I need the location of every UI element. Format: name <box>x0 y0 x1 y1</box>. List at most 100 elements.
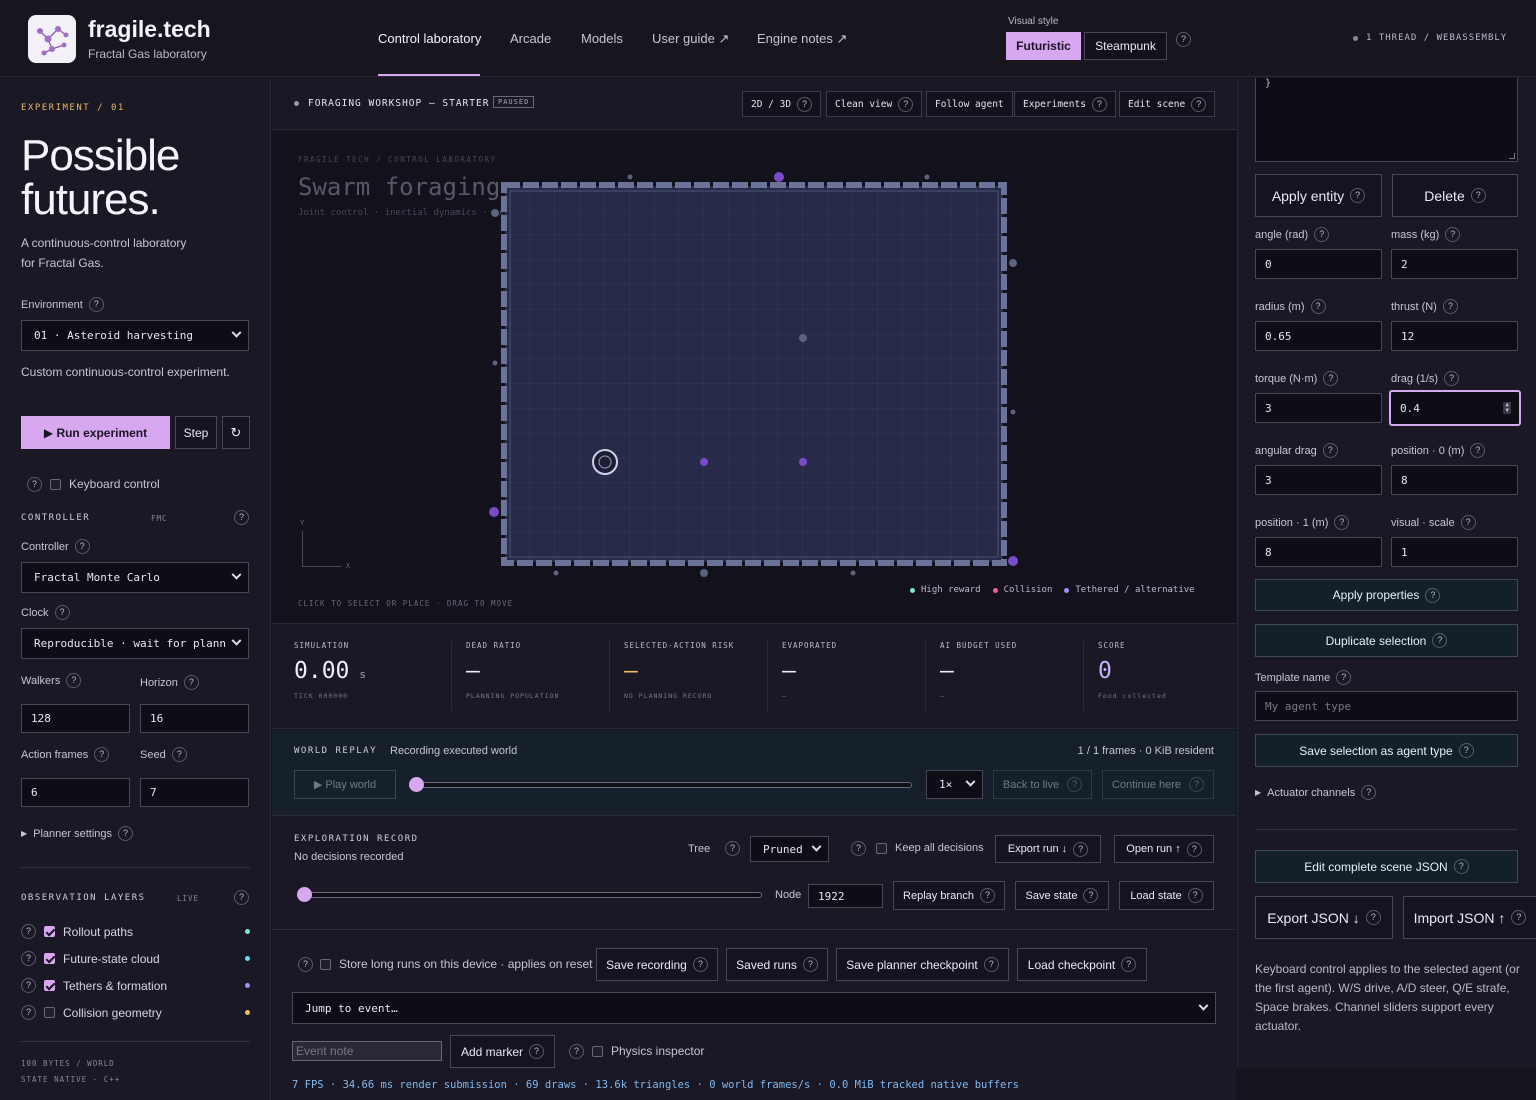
edit-scene-button[interactable]: Edit scene? <box>1119 91 1216 117</box>
keyboard-control-toggle[interactable]: Keyboard control <box>50 477 160 491</box>
saved-runs-button[interactable]: Saved runs? <box>726 948 828 981</box>
apply-properties-button[interactable]: Apply properties? <box>1255 579 1518 611</box>
action-frames-input[interactable]: 6 <box>21 778 130 807</box>
clock-select[interactable]: Reproducible · wait for plann <box>21 628 249 659</box>
reset-icon[interactable]: ↻ <box>222 416 250 449</box>
jump-to-event-select[interactable]: Jump to event… <box>292 992 1216 1024</box>
replay-slider-thumb[interactable] <box>409 777 424 792</box>
export-run-button[interactable]: Export run ↓? <box>995 835 1101 863</box>
nav-user-guide[interactable]: User guide ↗ <box>652 31 729 47</box>
seed-input[interactable]: 7 <box>140 778 249 807</box>
tree-help-icon[interactable]: ? <box>725 841 740 856</box>
follow-agent-button[interactable]: Follow agent <box>926 91 1013 117</box>
environment-select[interactable]: 01 · Asteroid harvesting <box>21 320 249 351</box>
style-futuristic-button[interactable]: Futuristic <box>1006 32 1081 60</box>
style-steampunk-button[interactable]: Steampunk <box>1084 32 1167 60</box>
node-input[interactable]: 1922 <box>808 884 883 908</box>
duplicate-selection-button[interactable]: Duplicate selection? <box>1255 624 1518 657</box>
walkers-input[interactable]: 128 <box>21 704 130 733</box>
load-checkpoint-button[interactable]: Load checkpoint? <box>1017 948 1147 981</box>
entity-json-editor[interactable]: } <box>1255 78 1518 162</box>
nav-models[interactable]: Models <box>581 31 623 46</box>
load-state-button[interactable]: Load state? <box>1119 881 1214 910</box>
experiments-button[interactable]: Experiments? <box>1014 91 1116 117</box>
nav-arcade[interactable]: Arcade <box>510 31 551 46</box>
template-name-input[interactable]: My agent type <box>1255 691 1518 721</box>
node-slider-track[interactable] <box>304 892 762 898</box>
keyboard-help-icon[interactable]: ? <box>27 477 42 492</box>
controller-heading-help-icon[interactable]: ? <box>234 510 249 525</box>
physics-help-icon[interactable]: ? <box>569 1044 584 1059</box>
run-experiment-button[interactable]: ▶ Run experiment <box>21 416 170 449</box>
prop-mass-input[interactable]: 2 <box>1391 249 1518 279</box>
horizon-help-icon[interactable]: ? <box>183 675 199 690</box>
clean-view-button[interactable]: Clean view? <box>826 91 923 117</box>
keep-decisions-toggle[interactable]: Keep all decisions <box>876 842 984 854</box>
save-recording-button[interactable]: Save recording? <box>596 948 718 981</box>
step-button[interactable]: Step <box>175 416 217 449</box>
environment-help-icon[interactable]: ? <box>88 297 104 312</box>
prop-angular-drag-input[interactable]: 3 <box>1255 465 1382 495</box>
list-item[interactable]: ? Future-state cloud <box>21 945 250 972</box>
store-help-icon[interactable]: ? <box>298 957 313 972</box>
prop-position-1-input[interactable]: 8 <box>1255 537 1382 567</box>
arena-svg[interactable] <box>480 165 1030 585</box>
chevron-down-icon <box>231 569 242 580</box>
food-item <box>1008 556 1018 566</box>
physics-inspector-toggle[interactable]: Physics inspector <box>592 1044 704 1058</box>
node-slider-thumb[interactable] <box>297 887 312 902</box>
action-frames-help-icon[interactable]: ? <box>94 747 110 762</box>
prop-visual-scale-input[interactable]: 1 <box>1391 537 1518 567</box>
controller-select[interactable]: Fractal Monte Carlo <box>21 562 249 593</box>
planner-settings-help-icon[interactable]: ? <box>118 826 134 841</box>
obstacle <box>1010 409 1016 415</box>
list-item[interactable]: ? Collision geometry <box>21 999 250 1026</box>
list-item[interactable]: ? Tethers & formation <box>21 972 250 999</box>
observation-help-icon[interactable]: ? <box>234 890 249 905</box>
prop-position-0-input[interactable]: 8 <box>1391 465 1518 495</box>
play-world-button[interactable]: ▶ Play world <box>294 770 396 799</box>
save-agent-type-button[interactable]: Save selection as agent type? <box>1255 734 1518 767</box>
apply-entity-button[interactable]: Apply entity? <box>1255 174 1382 217</box>
delete-button[interactable]: Delete? <box>1392 174 1518 217</box>
speed-select[interactable]: 1× <box>926 770 983 799</box>
export-json-button[interactable]: Export JSON ↓? <box>1255 896 1393 939</box>
walkers-help-icon[interactable]: ? <box>66 673 82 688</box>
save-state-button[interactable]: Save state? <box>1015 881 1109 910</box>
prop-thrust-input[interactable]: 12 <box>1391 321 1518 351</box>
controller-help-icon[interactable]: ? <box>74 539 90 554</box>
controller-label: Controller? <box>21 539 90 554</box>
continue-here-button[interactable]: Continue here? <box>1102 770 1214 799</box>
prop-drag-input[interactable]: 0.4 ▲ ▼ <box>1389 390 1521 426</box>
brand-name[interactable]: fragile.tech <box>88 16 211 43</box>
edit-scene-json-button[interactable]: Edit complete scene JSON? <box>1255 850 1518 883</box>
nav-control-laboratory[interactable]: Control laboratory <box>378 31 481 46</box>
actuator-channels-toggle[interactable]: ▶ Actuator channels? <box>1255 785 1377 800</box>
prop-radius-input[interactable]: 0.65 <box>1255 321 1382 351</box>
prop-torque-input[interactable]: 3 <box>1255 393 1382 423</box>
save-planner-checkpoint-button[interactable]: Save planner checkpoint? <box>836 948 1009 981</box>
clock-help-icon[interactable]: ? <box>54 605 70 620</box>
chevron-right-icon: ▶ <box>21 829 28 838</box>
replay-branch-button[interactable]: Replay branch? <box>893 881 1005 910</box>
add-marker-button[interactable]: Add marker? <box>450 1035 555 1068</box>
prop-angle-input[interactable]: 0 <box>1255 249 1382 279</box>
horizon-input[interactable]: 16 <box>140 704 249 733</box>
nav-engine-notes[interactable]: Engine notes ↗ <box>757 31 847 47</box>
rollout-paths-checkbox <box>44 926 55 937</box>
back-to-live-button[interactable]: Back to live? <box>993 770 1092 799</box>
visual-style-help-icon[interactable]: ? <box>1176 32 1191 47</box>
seed-help-icon[interactable]: ? <box>171 747 187 762</box>
event-note-input[interactable]: Event note <box>292 1041 442 1061</box>
planner-settings-toggle[interactable]: ▶ Planner settings? <box>21 826 134 841</box>
collision-geometry-checkbox <box>44 1007 55 1018</box>
list-item[interactable]: ? Rollout paths <box>21 918 250 945</box>
store-long-runs-toggle[interactable]: Store long runs on this device · applies… <box>320 957 592 971</box>
import-json-button[interactable]: Import JSON ↑? <box>1403 896 1536 939</box>
open-run-button[interactable]: Open run ↑? <box>1114 835 1214 863</box>
tree-select[interactable]: Pruned <box>750 836 829 862</box>
replay-slider-track[interactable] <box>416 782 912 788</box>
keep-decisions-help-icon[interactable]: ? <box>851 841 866 856</box>
toggle-2d-3d-button[interactable]: 2D / 3D? <box>742 91 822 117</box>
brand-logo-icon[interactable] <box>28 15 76 63</box>
